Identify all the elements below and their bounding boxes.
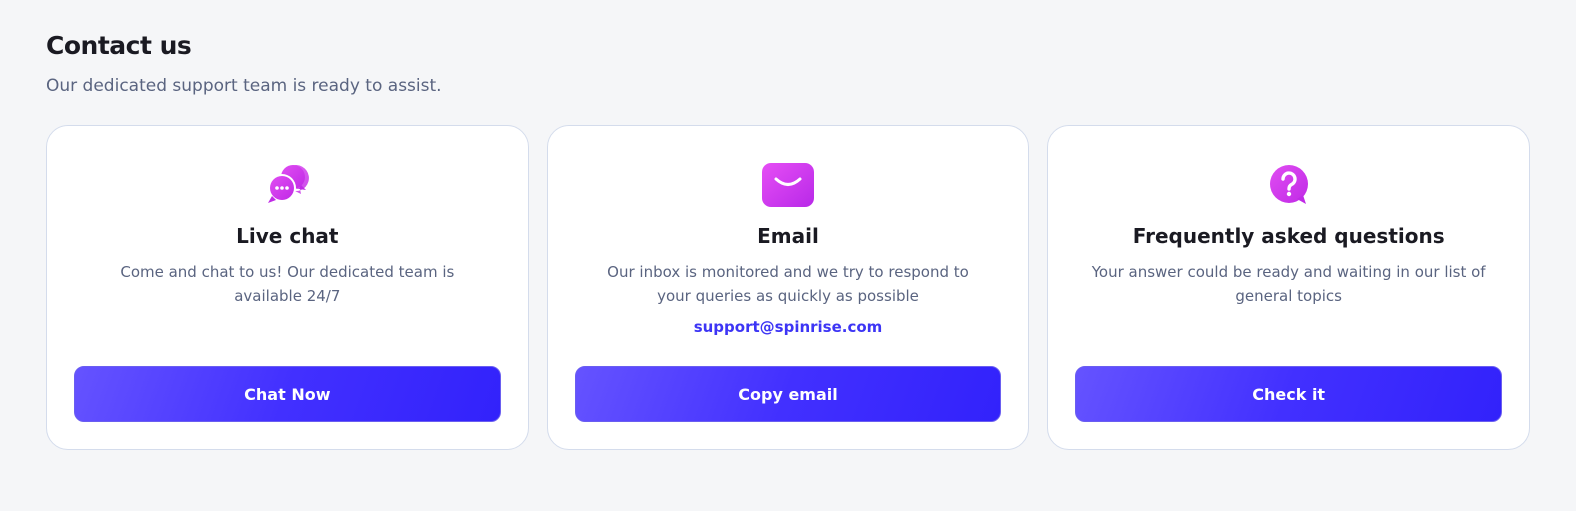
copy-email-button[interactable]: Copy email bbox=[574, 366, 1002, 422]
faq-description: Your answer could be ready and waiting i… bbox=[1091, 263, 1486, 305]
email-title: Email bbox=[757, 224, 819, 248]
question-bubble-icon bbox=[1262, 158, 1316, 212]
live-chat-description: Come and chat to us! Our dedicated team … bbox=[120, 263, 455, 305]
email-description: Our inbox is monitored and we try to res… bbox=[607, 263, 969, 305]
check-it-button[interactable]: Check it bbox=[1075, 366, 1503, 422]
chat-now-button[interactable]: Chat Now bbox=[74, 366, 501, 422]
page-subtitle: Our dedicated support team is ready to a… bbox=[46, 76, 442, 96]
contact-section: Contact us Our dedicated support team is… bbox=[0, 0, 1576, 511]
envelope-icon bbox=[761, 158, 815, 212]
live-chat-title: Live chat bbox=[236, 224, 339, 248]
faq-card: Frequently asked questions Your answer c… bbox=[1047, 125, 1531, 450]
live-chat-card: Live chat Come and chat to us! Our dedic… bbox=[46, 125, 529, 450]
email-card: Email Our inbox is monitored and we try … bbox=[546, 125, 1030, 450]
contact-cards: Live chat Come and chat to us! Our dedic… bbox=[46, 125, 1531, 450]
chat-bubbles-icon bbox=[260, 158, 314, 212]
faq-title: Frequently asked questions bbox=[1132, 224, 1445, 248]
support-email-link[interactable]: support@spinrise.com bbox=[694, 316, 883, 338]
page-title: Contact us bbox=[46, 31, 192, 60]
